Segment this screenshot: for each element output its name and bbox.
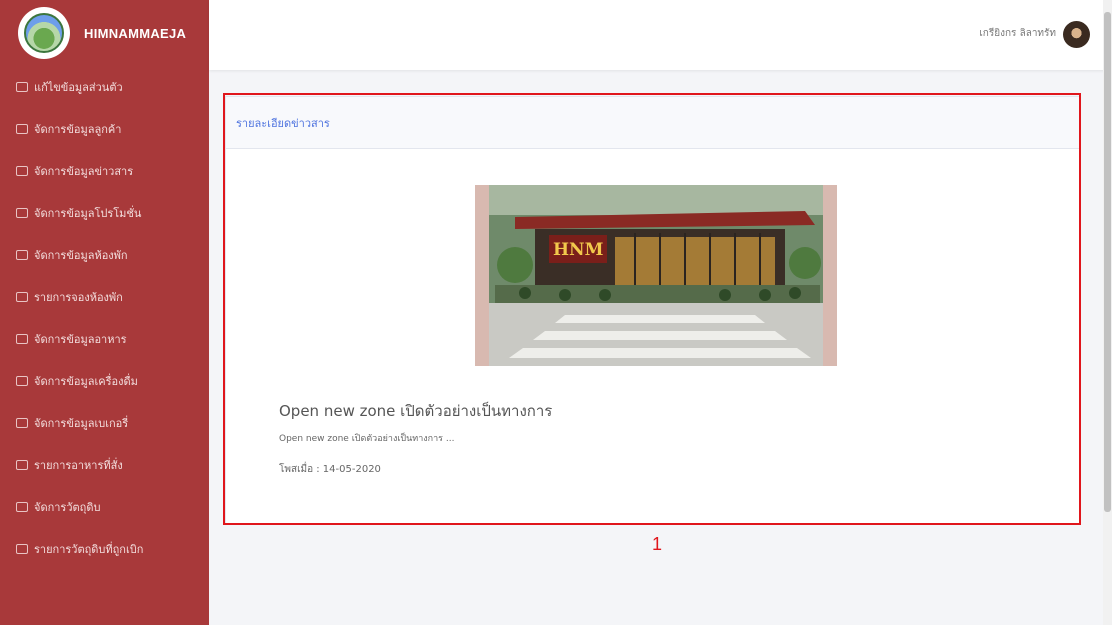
sidebar-item-label: จัดการข้อมูลเครื่องดื่ม bbox=[34, 375, 138, 388]
bakery-icon bbox=[16, 418, 28, 428]
news-snippet: Open new zone เปิดตัวอย่างเป็นทางการ ... bbox=[279, 434, 455, 444]
user-card-icon bbox=[16, 82, 28, 92]
sidebar-item-label: จัดการวัตถุดิบ bbox=[34, 501, 101, 514]
news-detail-card: รายละเอียดข่าวสาร HNM Open new zone เปิด… bbox=[225, 96, 1080, 524]
sidebar-item-orders[interactable]: รายการอาหารที่สั่ง bbox=[0, 444, 209, 486]
sidebar-item-bakery[interactable]: จัดการข้อมูลเบเกอรี่ bbox=[0, 402, 209, 444]
sidebar-item-label: รายการจองห้องพัก bbox=[34, 291, 123, 304]
brand[interactable]: HIMNAMMAEJA bbox=[0, 0, 209, 66]
sidebar-item-drinks[interactable]: จัดการข้อมูลเครื่องดื่ม bbox=[0, 360, 209, 402]
sidebar-item-label: จัดการข้อมูลห้องพัก bbox=[34, 249, 128, 262]
sidebar-item-ingredients[interactable]: จัดการวัตถุดิบ bbox=[0, 486, 209, 528]
sidebar-item-label: จัดการข้อมูลข่าวสาร bbox=[34, 165, 134, 178]
drink-icon bbox=[16, 376, 28, 386]
brand-logo bbox=[18, 7, 70, 59]
users-icon bbox=[16, 124, 28, 134]
sidebar-item-label: รายการอาหารที่สั่ง bbox=[34, 459, 123, 472]
news-photo: HNM bbox=[475, 185, 837, 366]
brand-name: HIMNAMMAEJA bbox=[84, 25, 187, 41]
bed-icon bbox=[16, 250, 28, 260]
topbar: เกรียิงกร ลิลาทรัท bbox=[209, 0, 1112, 70]
sidebar-item-withdrawn-ingredients[interactable]: รายการวัตถุดิบที่ถูกเบิก bbox=[0, 528, 209, 570]
sidebar-item-food[interactable]: จัดการข้อมูลอาหาร bbox=[0, 318, 209, 360]
sidebar-item-customers[interactable]: จัดการข้อมูลลูกค้า bbox=[0, 108, 209, 150]
list-icon bbox=[16, 544, 28, 554]
order-icon bbox=[16, 460, 28, 470]
avatar[interactable] bbox=[1063, 21, 1090, 48]
user-name[interactable]: เกรียิงกร ลิลาทรัท bbox=[979, 26, 1056, 41]
news-date: โพสเมื่อ : 14-05-2020 bbox=[279, 464, 381, 475]
card-header: รายละเอียดข่าวสาร bbox=[226, 97, 1079, 149]
news-title: Open new zone เปิดตัวอย่างเป็นทางการ bbox=[279, 402, 553, 420]
scrollbar-thumb[interactable] bbox=[1104, 12, 1111, 512]
food-icon bbox=[16, 334, 28, 344]
sidebar-item-label: จัดการข้อมูลอาหาร bbox=[34, 333, 127, 346]
scrollbar[interactable] bbox=[1103, 0, 1112, 625]
annotation-number: 1 bbox=[652, 534, 663, 554]
sidebar-item-promotions[interactable]: จัดการข้อมูลโปรโมชั่น bbox=[0, 192, 209, 234]
sidebar-menu: แก้ไขข้อมูลส่วนตัว จัดการข้อมูลลูกค้า จั… bbox=[0, 66, 209, 570]
sidebar-item-label: จัดการข้อมูลเบเกอรี่ bbox=[34, 417, 129, 430]
sidebar-item-label: แก้ไขข้อมูลส่วนตัว bbox=[34, 81, 123, 94]
sidebar: HIMNAMMAEJA แก้ไขข้อมูลส่วนตัว จัดการข้อ… bbox=[0, 0, 209, 625]
photo-sign: HNM bbox=[553, 240, 604, 260]
calendar-icon bbox=[16, 292, 28, 302]
sidebar-item-label: จัดการข้อมูลลูกค้า bbox=[34, 123, 122, 136]
sidebar-item-label: รายการวัตถุดิบที่ถูกเบิก bbox=[34, 543, 144, 556]
sidebar-item-rooms[interactable]: จัดการข้อมูลห้องพัก bbox=[0, 234, 209, 276]
sidebar-item-news[interactable]: จัดการข้อมูลข่าวสาร bbox=[0, 150, 209, 192]
card-title: รายละเอียดข่าวสาร bbox=[236, 116, 330, 130]
ingredient-icon bbox=[16, 502, 28, 512]
news-icon bbox=[16, 166, 28, 176]
sidebar-item-label: จัดการข้อมูลโปรโมชั่น bbox=[34, 207, 142, 220]
news-image: HNM bbox=[475, 185, 837, 366]
tag-icon bbox=[16, 208, 28, 218]
sidebar-item-profile[interactable]: แก้ไขข้อมูลส่วนตัว bbox=[0, 66, 209, 108]
sidebar-item-bookings[interactable]: รายการจองห้องพัก bbox=[0, 276, 209, 318]
